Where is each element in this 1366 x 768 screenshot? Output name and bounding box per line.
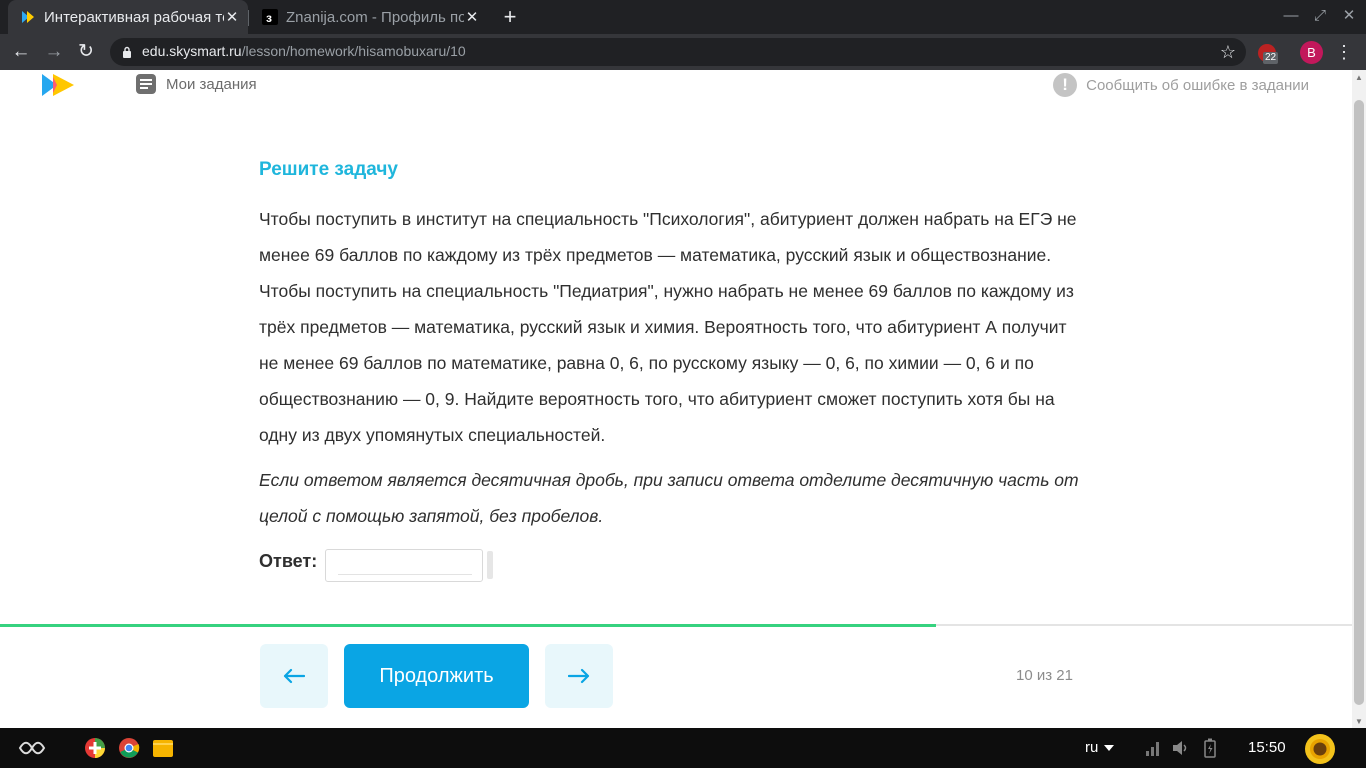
battery-icon[interactable] xyxy=(1204,738,1216,758)
url-path: /lesson/homework/hisamobuxaru/10 xyxy=(241,43,466,59)
scroll-thumb[interactable] xyxy=(1354,100,1364,705)
task-heading: Решите задачу xyxy=(259,159,398,180)
forward-button[interactable]: → xyxy=(41,39,67,65)
chrome-icon[interactable] xyxy=(118,737,140,759)
back-button[interactable]: ← xyxy=(8,39,34,65)
progress-fill xyxy=(0,624,936,627)
skysmart-favicon-icon xyxy=(22,11,34,23)
extension-badge: 22 xyxy=(1263,52,1279,64)
answer-underline xyxy=(338,574,472,575)
report-error-label: Сообщить об ошибке в задании xyxy=(1086,76,1309,94)
system-clock[interactable]: 15:50 xyxy=(1248,739,1286,756)
task-note: Если ответом является десятичная дробь, … xyxy=(259,470,1079,526)
scroll-down-icon[interactable]: ▼ xyxy=(1354,717,1364,726)
tab-skysmart[interactable]: Интерактивная рабочая тетрадь ✕ xyxy=(8,0,248,34)
arrow-left-icon xyxy=(283,668,305,684)
report-error-link[interactable]: ! Сообщить об ошибке в задании xyxy=(1053,73,1309,97)
lock-icon xyxy=(123,46,131,58)
new-tab-button[interactable]: + xyxy=(498,4,522,30)
minimize-button[interactable]: — xyxy=(1280,4,1302,28)
user-avatar-sunflower[interactable] xyxy=(1304,733,1336,765)
answer-label: Ответ: xyxy=(259,551,318,571)
znanija-favicon-icon: з xyxy=(262,9,278,25)
next-task-button[interactable] xyxy=(545,644,613,708)
address-bar[interactable]: edu.skysmart.ru/lesson/homework/hisamobu… xyxy=(110,38,1246,66)
input-language[interactable]: ru xyxy=(1085,739,1098,756)
answer-resize-handle xyxy=(487,551,493,579)
my-tasks-label: Мои задания xyxy=(166,75,257,93)
previous-task-button[interactable] xyxy=(260,644,328,708)
continue-button[interactable]: Продолжить xyxy=(344,644,529,708)
volume-icon[interactable] xyxy=(1172,740,1190,756)
browser-tab-strip: Интерактивная рабочая тетрадь ✕ з Znanij… xyxy=(0,0,1366,34)
profile-avatar[interactable]: B xyxy=(1300,41,1323,64)
tab-title: Znanija.com - Профиль пользователя xyxy=(286,8,464,26)
tab-title: Интерактивная рабочая тетрадь xyxy=(44,8,224,26)
os-taskbar: ru 15:50 xyxy=(0,728,1366,768)
scroll-up-icon[interactable]: ▲ xyxy=(1354,73,1364,82)
url-text: edu.skysmart.ru/lesson/homework/hisamobu… xyxy=(142,43,466,59)
task-counter: 10 из 21 xyxy=(1016,667,1073,684)
my-tasks-link[interactable]: Мои задания xyxy=(136,74,257,94)
progress-track xyxy=(0,624,1352,627)
reload-button[interactable]: ↻ xyxy=(73,39,99,65)
tab-close-icon[interactable]: ✕ xyxy=(224,8,240,26)
tab-separator xyxy=(248,10,249,26)
browser-toolbar: ← → ↻ edu.skysmart.ru/lesson/homework/hi… xyxy=(0,34,1366,70)
svg-text:з: з xyxy=(266,11,272,25)
dropdown-caret-icon[interactable] xyxy=(1104,745,1114,751)
browser-menu-icon[interactable]: ⋮ xyxy=(1334,40,1354,64)
bookmark-star-icon[interactable]: ☆ xyxy=(1220,40,1236,64)
arrow-right-icon xyxy=(568,668,590,684)
restore-button[interactable]: ⤢ xyxy=(1309,4,1331,28)
task-text: Чтобы поступить в институт на специально… xyxy=(259,209,1077,445)
page-scrollbar[interactable]: ▲ ▼ xyxy=(1352,70,1366,728)
skysmart-logo-icon[interactable] xyxy=(41,73,75,97)
tab-close-icon[interactable]: ✕ xyxy=(464,8,480,26)
network-signal-icon[interactable] xyxy=(1145,740,1161,756)
close-window-button[interactable]: ✕ xyxy=(1338,4,1360,28)
tasks-list-icon xyxy=(136,74,156,94)
url-host: edu.skysmart.ru xyxy=(142,43,242,59)
exclamation-icon: ! xyxy=(1053,73,1078,97)
tab-znanija[interactable]: з Znanija.com - Профиль пользователя ✕ xyxy=(252,0,488,34)
launcher-icon[interactable] xyxy=(18,740,46,756)
answer-input[interactable] xyxy=(325,549,483,582)
add-app-icon[interactable] xyxy=(84,737,106,759)
files-icon[interactable] xyxy=(152,737,174,759)
